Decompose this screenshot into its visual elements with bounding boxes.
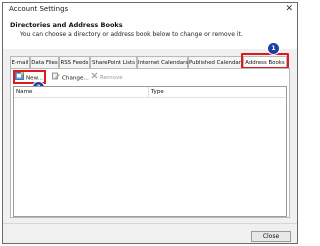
address-book-list[interactable]: Name Type bbox=[13, 86, 287, 217]
edit-icon bbox=[52, 72, 60, 84]
toolbar: New... Change... Remove bbox=[11, 69, 289, 85]
address-books-panel: New... Change... Remove Name Type bbox=[10, 68, 290, 218]
footer-separator bbox=[3, 223, 297, 224]
header-description: You can choose a directory or address bo… bbox=[20, 31, 243, 38]
tab-sharepoint-lists[interactable]: SharePoint Lists bbox=[90, 56, 137, 68]
header-title: Directories and Address Books bbox=[10, 21, 123, 29]
dialog-header: Directories and Address Books You can ch… bbox=[3, 17, 297, 50]
column-divider[interactable] bbox=[148, 87, 149, 97]
remove-icon bbox=[91, 72, 98, 83]
tab-rss-feeds[interactable]: RSS Feeds bbox=[59, 56, 90, 68]
dialog-body: E-mail Data Files RSS Feeds SharePoint L… bbox=[3, 43, 297, 243]
address-books-tab-highlight bbox=[241, 53, 289, 69]
remove-button[interactable]: Remove bbox=[91, 72, 123, 82]
list-header: Name Type bbox=[14, 87, 286, 98]
tab-data-files[interactable]: Data Files bbox=[30, 56, 59, 68]
remove-button-label: Remove bbox=[100, 75, 123, 81]
change-button[interactable]: Change... bbox=[52, 72, 89, 82]
tab-published-calendars[interactable]: Published Calendars bbox=[188, 56, 244, 68]
account-settings-dialog: Account Settings ✕ Directories and Addre… bbox=[2, 2, 298, 244]
step-badge-1: 1 bbox=[268, 43, 279, 54]
tab-email[interactable]: E-mail bbox=[10, 56, 30, 68]
close-icon[interactable]: ✕ bbox=[285, 4, 293, 14]
tab-internet-calendars[interactable]: Internet Calendars bbox=[137, 56, 188, 68]
window-title: Account Settings bbox=[9, 5, 69, 13]
column-header-type[interactable]: Type bbox=[151, 87, 164, 97]
close-button[interactable]: Close bbox=[251, 231, 291, 242]
column-header-name[interactable]: Name bbox=[16, 87, 33, 97]
change-button-label: Change... bbox=[62, 75, 89, 82]
title-bar: Account Settings ✕ bbox=[3, 3, 297, 17]
